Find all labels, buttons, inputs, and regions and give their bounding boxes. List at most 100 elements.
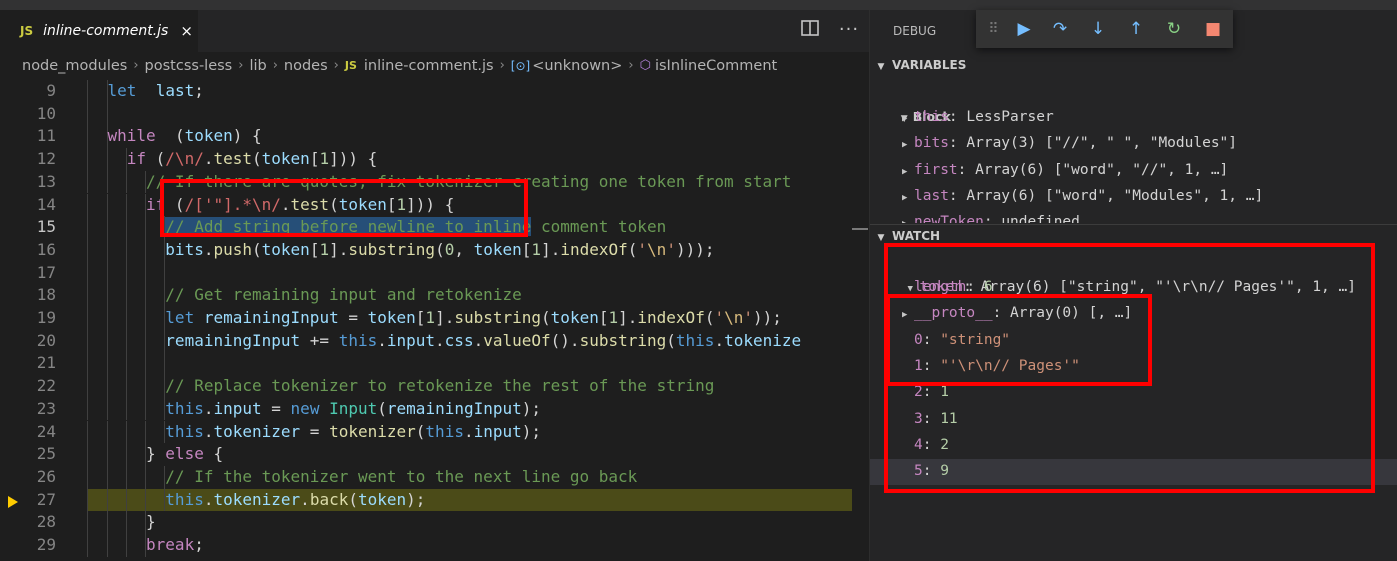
debug-current-line-arrow-icon (8, 496, 18, 508)
indent-guide (125, 307, 127, 330)
code-line[interactable]: 29 break; (0, 534, 852, 557)
line-number[interactable]: 9 (0, 80, 56, 103)
code-line[interactable]: 23 this.input = new Input(remainingInput)… (0, 397, 852, 421)
variable-name: bits (914, 135, 949, 152)
scope-block[interactable]: ▼ Block (870, 78, 1397, 124)
code-token: ) { (232, 126, 262, 146)
code-token: remainingInput (203, 308, 339, 327)
code-token: (). (550, 330, 580, 350)
breadcrumb-item[interactable]: node_modules (22, 58, 127, 74)
line-number[interactable]: 17 (0, 262, 56, 285)
code-token: ( (252, 239, 262, 259)
line-number[interactable]: 10 (0, 103, 56, 126)
code-token: tokenizer (213, 489, 301, 509)
breadcrumb-item[interactable]: postcss-less (145, 58, 233, 74)
line-number[interactable]: 28 (0, 511, 56, 534)
variable-item[interactable]: ▶ last: Array(6) ["word", "Modules", 1, …… (870, 183, 1397, 209)
line-number[interactable]: 23 (0, 398, 56, 421)
line-number[interactable]: 16 (0, 239, 56, 262)
close-icon[interactable]: × (180, 22, 193, 40)
breadcrumb-method[interactable]: isInlineComment (655, 58, 777, 74)
tab-inline-comment-js[interactable]: JS inline-comment.js × (0, 10, 198, 52)
line-number[interactable]: 15 (0, 216, 56, 239)
code-token: this (165, 398, 204, 418)
continue-icon[interactable]: ▶ (1012, 18, 1036, 40)
breadcrumb-item[interactable]: nodes (284, 58, 328, 74)
code-line[interactable]: 18 // Get remaining input and retokenize (0, 284, 852, 307)
code-line[interactable]: 26 // If the tokenizer went to the next l… (0, 465, 852, 489)
breadcrumb-symbol[interactable]: <unknown> (532, 58, 622, 74)
more-actions-icon[interactable]: ··· (838, 20, 860, 42)
breadcrumb-file[interactable]: inline-comment.js (364, 58, 494, 74)
line-number[interactable]: 25 (0, 443, 56, 466)
indent-guide (87, 375, 89, 398)
code-token: ( (415, 421, 426, 441)
chevron-right-icon: ▶ (902, 114, 908, 124)
indent-guide (106, 307, 108, 330)
indent-guide (145, 488, 147, 512)
step-over-icon[interactable]: ↷ (1048, 18, 1072, 40)
code-text: remainingInput += this.input.css.valueOf… (165, 330, 801, 353)
code-line[interactable]: 9 let last; (0, 80, 852, 103)
step-out-icon[interactable]: ↑ (1124, 18, 1148, 40)
code-token: substring (579, 330, 667, 350)
variable-item[interactable]: ▶ first: Array(6) ["word", "//", 1, …] (870, 157, 1397, 183)
indent-guide (164, 352, 166, 376)
line-number[interactable]: 20 (0, 330, 56, 353)
line-number[interactable]: 24 (0, 421, 56, 444)
variable-item[interactable]: ▶ this: LessParser (870, 104, 1397, 130)
code-line[interactable]: 20 remainingInput += this.input.css.value… (0, 329, 852, 353)
code-token: tokenize (724, 330, 802, 350)
variable-name: last (914, 187, 949, 204)
line-number[interactable]: 18 (0, 284, 56, 307)
code-line[interactable]: 21 (0, 352, 852, 376)
code-token: remainingInput (165, 330, 301, 350)
variable-value: undefined (1001, 214, 1080, 224)
tab-title: inline-comment.js (43, 23, 169, 39)
code-line[interactable]: 24 this.tokenizer = tokenizer(this.input)… (0, 420, 852, 444)
code-token: . (463, 421, 474, 441)
split-editor-icon[interactable] (800, 20, 820, 42)
code-line[interactable]: 27 this.tokenizer.back(token); (37, 488, 852, 512)
code-token: token (367, 308, 416, 327)
line-number[interactable]: 11 (0, 125, 56, 148)
code-token: [ (521, 239, 532, 259)
code-line[interactable]: 10 (0, 102, 852, 126)
indent-guide (145, 261, 147, 285)
indent-guide (87, 125, 89, 149)
line-number[interactable]: 21 (0, 352, 56, 375)
line-number[interactable]: 13 (0, 171, 56, 194)
code-line[interactable]: 19 let remainingInput = token[1].substrin… (0, 307, 852, 330)
line-number[interactable]: 19 (0, 307, 56, 330)
code-line[interactable]: 12 if (/\n/.test(token[1])) { (0, 148, 852, 171)
code-line[interactable]: 22 // Replace tokenizer to retokenize the… (0, 375, 852, 398)
step-into-icon[interactable]: ↓ (1086, 18, 1110, 40)
drag-handle-icon[interactable]: ⠿ (981, 18, 1005, 40)
code-line[interactable]: 16 bits.push(token[1].substring(0, token[… (0, 238, 852, 262)
code-token: token (184, 126, 233, 146)
code-editor[interactable]: 9 let last; 10 11 while (token) {12 if (/\n/.… (0, 80, 852, 561)
indent-guide (106, 488, 108, 512)
code-line[interactable]: 11 while (token) { (0, 125, 852, 149)
line-number[interactable]: 26 (0, 466, 56, 489)
line-number[interactable]: 14 (0, 194, 56, 217)
variable-item[interactable]: ▶newToken: undefined (870, 209, 1397, 223)
variable-item[interactable]: ▶ bits: Array(3) ["//", " ", "Modules"] (870, 130, 1397, 156)
line-number[interactable]: 29 (0, 534, 56, 557)
restart-icon[interactable]: ↻ (1162, 18, 1186, 40)
code-line[interactable]: 28} (0, 511, 852, 534)
line-number[interactable]: 12 (0, 148, 56, 171)
code-token: [ (309, 239, 320, 259)
breadcrumb: node_modules › postcss-less › lib › node… (0, 52, 870, 79)
variables-section-header[interactable]: ▼ VARIABLES (870, 54, 1397, 76)
code-token: = (261, 398, 291, 418)
code-token: valueOf (483, 330, 551, 350)
stop-icon[interactable]: ■ (1201, 18, 1225, 40)
code-line[interactable]: 25} else { (0, 443, 852, 466)
code-line[interactable]: 17 (0, 261, 852, 285)
line-number[interactable]: 22 (0, 375, 56, 398)
chevron-right-icon: › (628, 58, 634, 73)
code-token: ; (194, 535, 204, 554)
breadcrumb-item[interactable]: lib (249, 58, 266, 74)
